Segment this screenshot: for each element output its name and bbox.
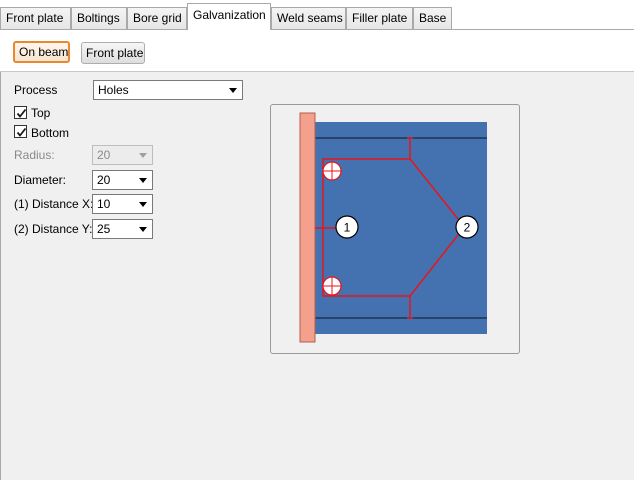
tab-bore-grid[interactable]: Bore grid [127,7,187,29]
marker-2: 2 [455,215,479,239]
tab-label: Base [419,11,447,25]
process-value: Holes [98,83,129,97]
tab-bar: Front plate Boltings Bore grid Galvaniza… [0,0,634,30]
distance-x-select[interactable]: 10 [92,194,153,214]
chevron-down-icon [139,153,147,158]
tab-label: Galvanization [193,8,266,22]
checkmark-icon [16,127,27,137]
tab-front-plate[interactable]: Front plate [0,7,71,29]
radius-value: 20 [97,148,111,162]
radius-label: Radius: [14,148,55,162]
galvanization-preview: 1 2 [270,104,520,354]
process-select[interactable]: Holes [93,80,243,100]
distance-y-select[interactable]: 25 [92,219,153,239]
top-checkbox[interactable] [14,106,27,119]
chevron-down-icon [229,88,237,93]
diameter-select[interactable]: 20 [92,170,153,190]
tab-filler-plate[interactable]: Filler plate [346,7,413,29]
distance-x-value: 10 [97,197,111,211]
tab-label: Boltings [77,11,120,25]
tab-label: Bore grid [133,11,182,25]
chevron-down-icon [139,178,147,183]
chevron-down-icon [139,227,147,232]
hole-top [322,161,342,181]
top-label: Top [31,106,51,120]
tab-label: Front plate [6,11,64,25]
hole-bottom [322,276,342,296]
distance-y-value: 25 [97,222,111,236]
radius-select: 20 [92,145,153,165]
distance-x-label: (1) Distance X: [14,197,94,211]
process-label: Process [14,83,58,97]
front-plate-button[interactable]: Front plate [81,42,145,64]
tab-boltings[interactable]: Boltings [71,7,127,29]
distance-y-label: (2) Distance Y: [14,222,93,236]
marker-2-label: 2 [464,221,471,235]
bottom-checkbox[interactable] [14,125,27,138]
tab-label: Filler plate [352,11,408,25]
preview-diagram: 1 2 [299,112,487,343]
mode-toolbar: On beam Front plate [0,29,634,72]
bottom-label: Bottom [31,126,70,140]
tab-base[interactable]: Base [413,7,452,29]
on-beam-button[interactable]: On beam [13,41,70,63]
marker-1: 1 [335,215,359,239]
chevron-down-icon [139,202,147,207]
tab-weld-seams[interactable]: Weld seams [271,7,346,29]
diameter-value: 20 [97,173,111,187]
marker-1-label: 1 [344,221,351,235]
tab-galvanization[interactable]: Galvanization [187,3,271,30]
tab-label: Weld seams [277,11,343,25]
diameter-label: Diameter: [14,173,67,187]
checkmark-icon [16,108,27,118]
front-plate-shape [299,112,316,343]
